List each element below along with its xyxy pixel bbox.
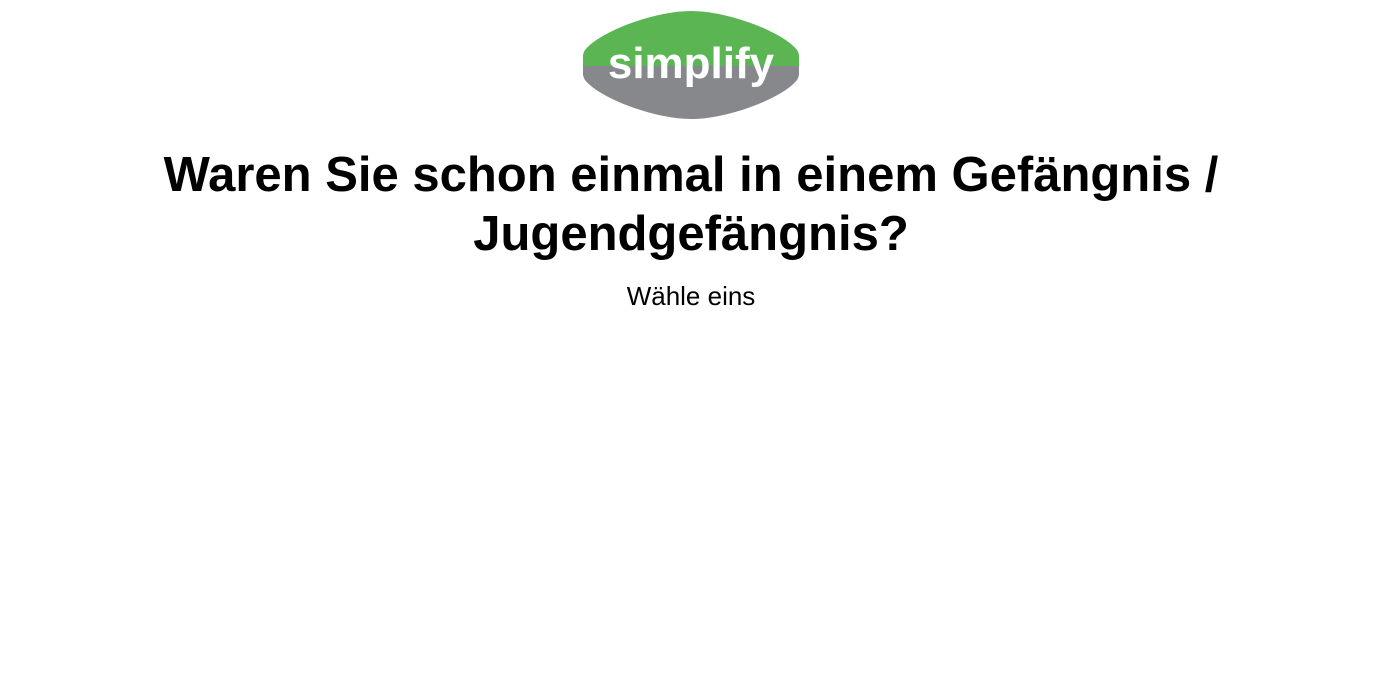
question-instruction: Wähle eins bbox=[626, 281, 756, 311]
logo-wordmark: simplify bbox=[608, 39, 775, 88]
survey-page: simplify Waren Sie schon einmal in einem… bbox=[0, 0, 1382, 683]
simplify-logo: simplify bbox=[583, 10, 799, 120]
question-title: Waren Sie schon einmal in einem Gefängni… bbox=[163, 148, 1219, 261]
